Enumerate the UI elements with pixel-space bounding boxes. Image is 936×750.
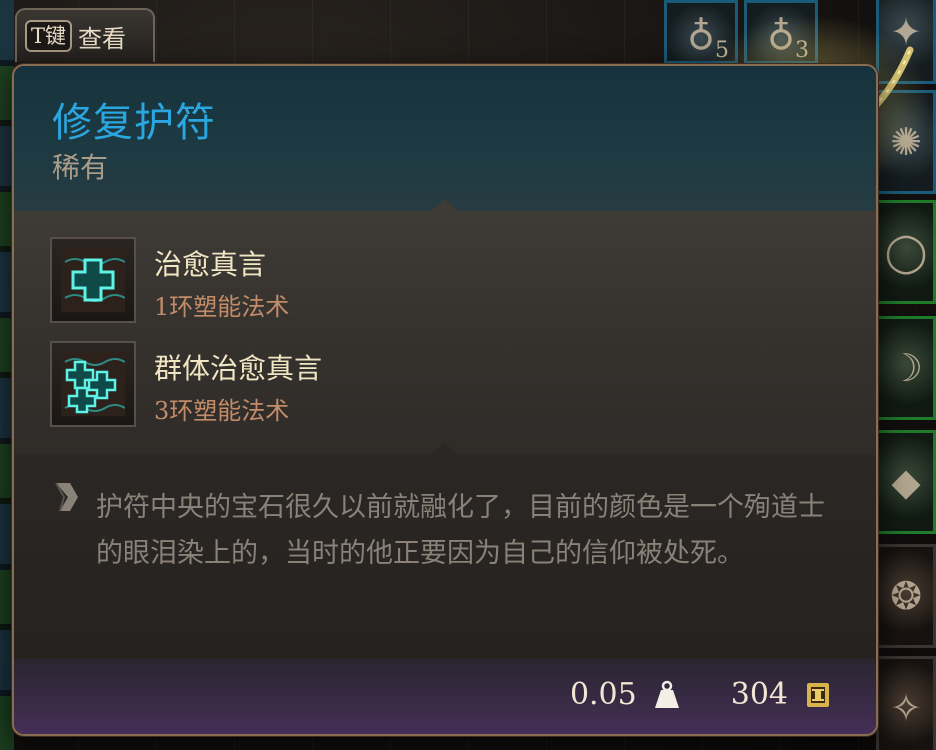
inventory-slot[interactable]: ♁ 3 xyxy=(744,0,818,64)
mass-healing-word-icon xyxy=(50,341,136,427)
t-key-badge: T键 xyxy=(25,20,73,52)
item-value: 304 xyxy=(730,677,788,712)
healing-word-icon xyxy=(50,237,136,323)
view-hint-tab[interactable]: T键 查看 xyxy=(15,8,155,62)
spell-name: 群体治愈真言 xyxy=(154,352,323,385)
inventory-slot[interactable]: ☽ xyxy=(876,316,936,420)
amulet-item-icon: ♁ xyxy=(687,10,715,54)
slot-count: 5 xyxy=(715,38,729,63)
inventory-slot[interactable]: ♁ 5 xyxy=(664,0,738,64)
item-rarity: 稀有 xyxy=(52,151,109,184)
pouch-icon: ❂ xyxy=(890,574,922,618)
gem-icon: ◆ xyxy=(891,460,921,504)
item-tooltip: 修复护符 稀有 治愈真言 1环塑能法术 群体治愈真言 3环塑能法术 护符中央的宝… xyxy=(12,64,878,736)
item-stats-row: 0.05 304 xyxy=(570,677,832,712)
item-icon: ✧ xyxy=(890,686,922,730)
inventory-slot[interactable]: ✦ xyxy=(876,0,936,84)
item-name: 修复护符 xyxy=(52,100,216,146)
tooltip-footer: 0.05 304 xyxy=(14,659,876,734)
inventory-top-row: ♁ 5 ♁ 3 xyxy=(664,0,874,64)
granted-spells-section: 治愈真言 1环塑能法术 群体治愈真言 3环塑能法术 xyxy=(14,211,876,455)
section-divider-notch xyxy=(431,443,459,455)
section-divider-notch xyxy=(431,199,459,211)
inventory-slot[interactable]: ◯ xyxy=(876,200,936,304)
amulet-item-icon: ♁ xyxy=(767,10,795,54)
item-weight: 0.05 xyxy=(569,677,637,712)
ring-icon: ◯ xyxy=(884,230,928,274)
gold-coin-icon xyxy=(807,682,829,707)
item-description: 护符中央的宝石很久以前就融化了，目前的颜色是一个殉道士的眼泪染上的，当时的他正要… xyxy=(96,492,825,569)
inventory-slot[interactable]: ✧ xyxy=(876,656,936,750)
description-section: 护符中央的宝石很久以前就融化了，目前的颜色是一个殉道士的眼泪染上的，当时的他正要… xyxy=(14,455,876,659)
item-icon: ✦ xyxy=(890,10,922,54)
weight-icon xyxy=(654,680,679,708)
item-icon: ✺ xyxy=(890,120,922,164)
spell-entry[interactable]: 群体治愈真言 3环塑能法术 xyxy=(50,341,750,427)
inventory-slot[interactable]: ❂ xyxy=(876,544,936,648)
spell-entry[interactable]: 治愈真言 1环塑能法术 xyxy=(50,237,750,323)
spell-level: 1环塑能法术 xyxy=(154,293,290,321)
item-icon: ☽ xyxy=(888,346,924,390)
view-hint-label: 查看 xyxy=(78,24,127,53)
lore-quill-icon xyxy=(55,482,78,512)
spell-level: 3环塑能法术 xyxy=(154,397,290,425)
slot-count: 3 xyxy=(795,38,809,63)
tooltip-header: 修复护符 稀有 xyxy=(14,66,876,211)
inventory-slot[interactable]: ◆ xyxy=(876,430,936,534)
spell-name: 治愈真言 xyxy=(154,248,267,281)
inventory-slot[interactable]: ✺ xyxy=(876,90,936,194)
